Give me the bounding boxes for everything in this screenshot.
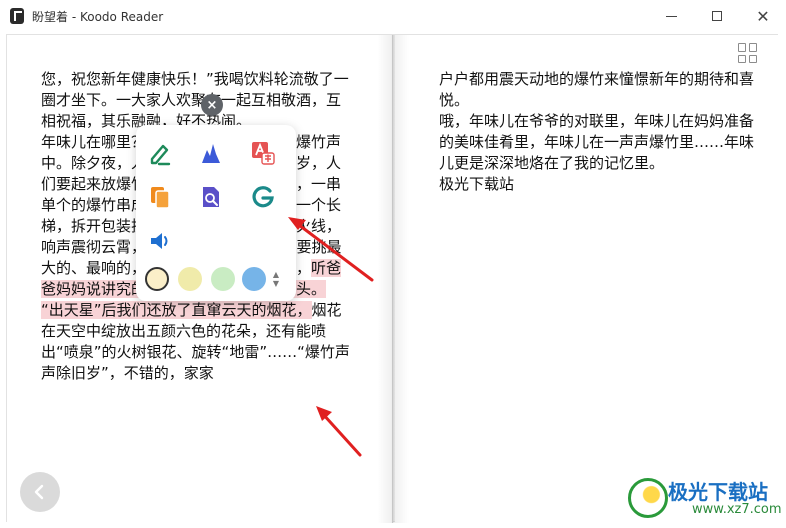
book-reader: 您，祝您新年健康快乐！”我喝饮料轮流敬了一圈才坐下。一大家人欢聚在一起互相敬酒，… <box>6 34 779 523</box>
note-button[interactable] <box>145 138 175 168</box>
window-title: 盼望着 - Koodo Reader <box>32 10 164 24</box>
right-page: 户户都用震天动地的爆竹来憧憬新年的期待和喜悦。 哦，年味儿在爷爷的对联里，年味儿… <box>395 35 779 523</box>
close-icon: ✕ <box>756 6 770 26</box>
watermark-name: 极光下载站 <box>668 480 768 504</box>
minimize-button[interactable] <box>648 0 694 32</box>
previous-page-button[interactable] <box>20 472 60 512</box>
title-bar: 盼望着 - Koodo Reader ✕ <box>0 0 786 32</box>
watermark-logo-icon <box>628 478 668 518</box>
translate-icon <box>252 142 275 165</box>
highlight-icon <box>202 144 220 163</box>
color-stepper[interactable]: ▲ ▼ <box>271 270 281 290</box>
speaker-icon <box>151 233 168 249</box>
note-icon <box>150 144 171 166</box>
search-in-book-button[interactable] <box>196 182 226 212</box>
popup-close-button[interactable]: × <box>201 94 223 116</box>
watermark-url: www.xz7.com <box>692 502 782 517</box>
color-swatch-yellow-selected[interactable] <box>145 267 169 291</box>
maximize-button[interactable] <box>694 0 740 32</box>
grid-view-icon[interactable] <box>738 43 758 63</box>
speak-button[interactable] <box>145 226 175 256</box>
chevron-left-icon <box>34 484 44 500</box>
google-search-button[interactable] <box>248 182 278 212</box>
close-window-button[interactable]: ✕ <box>740 0 786 32</box>
maximize-icon <box>712 11 722 21</box>
google-search-icon <box>252 186 274 208</box>
color-swatch-green[interactable] <box>211 267 235 291</box>
highlight-button[interactable] <box>196 138 226 168</box>
translate-button[interactable] <box>248 138 278 168</box>
search-book-icon <box>203 187 219 207</box>
copy-icon <box>151 187 170 209</box>
app-logo-icon <box>10 8 24 24</box>
stepper-down-icon[interactable]: ▼ <box>271 279 281 288</box>
stepper-up-icon[interactable]: ▲ <box>271 270 281 279</box>
minimize-icon <box>665 15 677 17</box>
right-page-text[interactable]: 户户都用震天动地的爆竹来憧憬新年的期待和喜悦。 哦，年味儿在爷爷的对联里，年味儿… <box>439 69 759 195</box>
copy-button[interactable] <box>145 182 175 212</box>
color-swatch-blue[interactable] <box>242 267 266 291</box>
color-swatch-lime[interactable] <box>178 267 202 291</box>
watermark: 极光下载站 www.xz7.com <box>626 474 782 522</box>
